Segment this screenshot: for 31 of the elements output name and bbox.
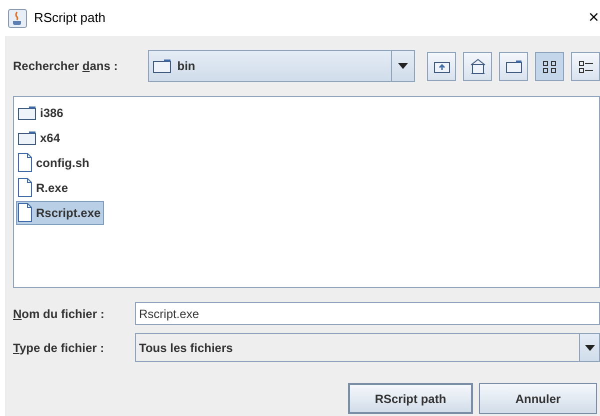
close-button[interactable]: × (588, 8, 599, 26)
up-folder-button[interactable] (427, 52, 456, 80)
file-item[interactable]: x64 (16, 126, 64, 150)
details-view-button[interactable] (571, 52, 600, 80)
look-in-label: Rechercher dans : (13, 58, 119, 75)
file-icon (18, 153, 32, 172)
file-name-label: Nom du fichier : (13, 306, 106, 322)
file-type-label: Type de fichier : (13, 340, 106, 356)
java-cup-icon (8, 8, 27, 28)
folder-button[interactable] (499, 52, 528, 80)
folder-icon (153, 59, 172, 73)
file-name-field[interactable]: Rscript.exe (135, 302, 600, 325)
file-item[interactable]: R.exe (16, 176, 72, 200)
file-icon (18, 203, 32, 222)
look-in-dropdown[interactable]: bin (148, 50, 415, 82)
list-view-button[interactable] (535, 52, 564, 80)
home-icon (468, 58, 486, 74)
file-item[interactable]: Rscript.exe (16, 200, 104, 224)
approve-button[interactable]: RScript path (348, 383, 473, 414)
file-icon (18, 178, 32, 197)
file-type-dropdown[interactable]: Tous les fichiers (135, 333, 600, 362)
file-item[interactable]: config.sh (16, 150, 92, 174)
folder-icon (504, 58, 522, 74)
folder-icon (18, 130, 36, 144)
home-button[interactable] (463, 52, 492, 80)
file-item[interactable]: i386 (16, 100, 66, 124)
dropdown-arrow-icon (584, 344, 594, 350)
dropdown-arrow-icon (398, 63, 408, 69)
cancel-button[interactable]: Annuler (479, 383, 597, 414)
window-title: RScript path (34, 9, 106, 28)
folder-icon (18, 106, 36, 120)
